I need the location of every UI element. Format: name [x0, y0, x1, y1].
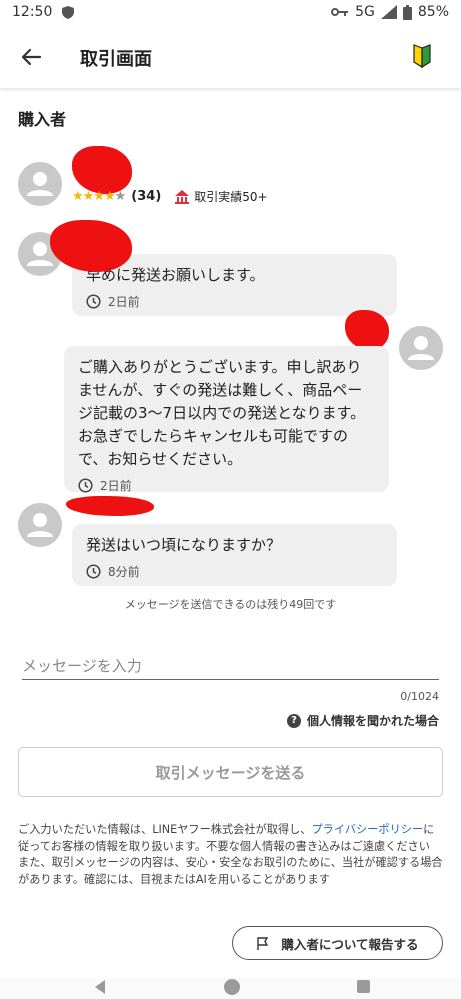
character-counter: 0/1024: [400, 690, 439, 703]
redaction-mark: [66, 496, 154, 516]
privacy-help-label: 個人情報を聞かれた場合: [306, 714, 439, 728]
nav-recent-icon[interactable]: [357, 980, 370, 993]
notice-text: ご入力いただいた情報は、LINEヤフー株式会社が取得し、: [18, 823, 312, 836]
person-icon: [27, 513, 53, 537]
redaction-mark: [50, 220, 132, 272]
message-text: 早めに発送お願いします。: [86, 266, 265, 284]
page-title: 取引画面: [80, 49, 152, 70]
message-time: 8分前: [86, 563, 383, 580]
privacy-policy-link[interactable]: プライバシーポリシー: [311, 823, 423, 836]
clock-icon: [86, 564, 101, 579]
message-bubble: 発送はいつ頃になりますか？ 8分前: [72, 524, 397, 586]
rating-count: (34): [131, 189, 162, 204]
clock-icon: [86, 294, 101, 309]
privacy-help-link[interactable]: ? 個人情報を聞かれた場合: [286, 712, 439, 729]
network-type: 5G: [355, 4, 375, 20]
battery-icon: [402, 4, 412, 20]
message-text: ご購入ありがとうございます。申し訳ありませんが、すぐの発送は難しく、商品ページ記…: [78, 358, 366, 468]
remaining-messages-notice: メッセージを送信できるのは残り49回です: [124, 598, 337, 611]
buyer-avatar[interactable]: [18, 162, 62, 206]
message-time: 2日前: [78, 477, 375, 494]
system-nav-bar: [0, 978, 461, 999]
report-buyer-label: 購入者について報告する: [281, 936, 419, 952]
report-buyer-button[interactable]: 購入者について報告する: [232, 926, 443, 960]
buyer-avatar-message[interactable]: [18, 503, 62, 547]
person-icon: [27, 172, 53, 196]
buyer-section-title: 購入者: [18, 110, 67, 129]
redaction-mark: [345, 310, 389, 350]
vpn-key-icon: [331, 8, 349, 16]
redaction-mark: [72, 146, 132, 194]
clock-icon: [78, 478, 93, 493]
send-message-button[interactable]: 取引メッセージを送る: [18, 747, 443, 797]
trade-record-label: 取引実績50+: [194, 190, 268, 204]
status-right: 5G 85%: [331, 4, 449, 20]
message-text: 発送はいつ頃になりますか？: [86, 536, 282, 554]
message-time-label: 2日前: [108, 295, 140, 309]
buyer-rating[interactable]: ★★★★★ (34) 取引実績50+: [72, 188, 268, 205]
battery-level: 85%: [417, 4, 449, 20]
flag-icon: [257, 936, 269, 950]
shield-icon: [62, 6, 74, 19]
app-bar: 取引画面: [0, 26, 461, 88]
beginner-mark-icon: [413, 44, 431, 69]
question-icon: ?: [286, 713, 301, 728]
send-message-label: 取引メッセージを送る: [155, 763, 306, 782]
arrow-left-icon[interactable]: [18, 44, 44, 70]
nav-home-icon[interactable]: [224, 979, 240, 995]
trade-record-icon: [175, 189, 190, 204]
message-bubble: ご購入ありがとうございます。申し訳ありませんが、すぐの発送は難しく、商品ページ記…: [64, 346, 389, 494]
person-icon: [408, 336, 434, 360]
notice-text: また、取引メッセージの内容は、安心・安全なお取引のために、当社が確認する場合があ…: [18, 856, 443, 886]
signal-icon: [380, 5, 397, 19]
status-bar: 12:50 5G 85%: [0, 0, 461, 26]
message-time-label: 8分前: [108, 565, 140, 579]
status-time: 12:50: [12, 4, 53, 20]
nav-back-icon[interactable]: [93, 980, 107, 994]
privacy-notice: ご入力いただいた情報は、LINEヤフー株式会社が取得し、プライバシーポリシーに従…: [18, 822, 444, 888]
star-rating-icon: ★★★★★: [72, 189, 126, 204]
seller-avatar: [399, 326, 443, 370]
message-time-label: 2日前: [100, 479, 132, 493]
message-time: 2日前: [86, 293, 383, 310]
message-input[interactable]: [22, 652, 439, 680]
